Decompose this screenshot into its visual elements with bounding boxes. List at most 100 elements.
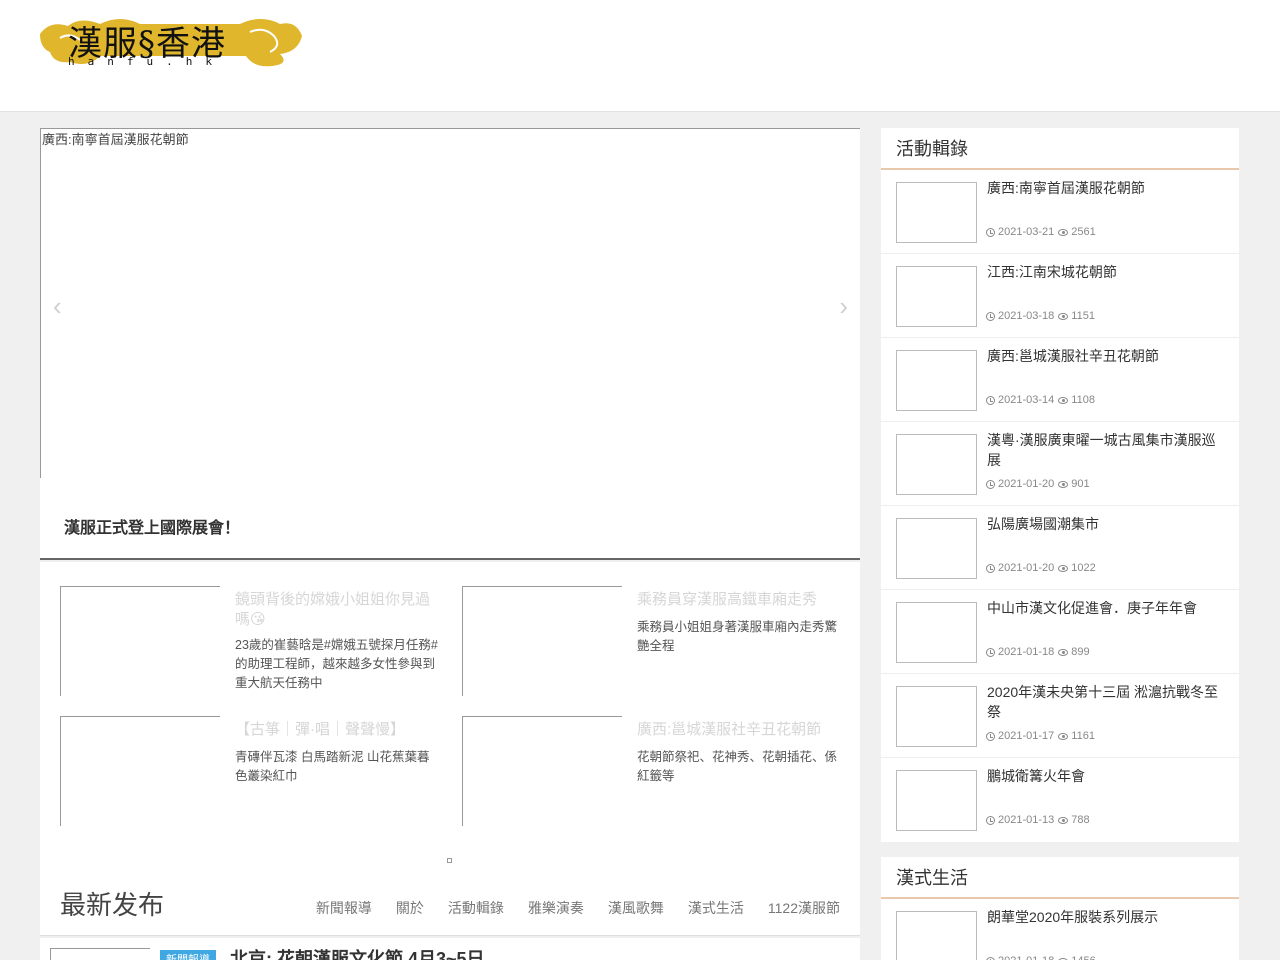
widget-item-meta: 2021-01-13 788 — [986, 814, 1090, 826]
tab-about[interactable]: 關於 — [396, 898, 424, 918]
featured-grid: 鏡頭背後的嫦娥小姐姐你見過嗎😘 23歲的崔藝晗是#嫦娥五號探月任務#的助理工程師… — [40, 562, 860, 880]
eye-icon — [1058, 648, 1069, 656]
featured-thumbnail[interactable] — [462, 716, 622, 826]
widget-item-title[interactable]: 中山市漢文化促進會．庚子年年會 — [987, 598, 1227, 618]
widget-item-meta: 2021-01-20 901 — [986, 478, 1090, 490]
view-count: 1108 — [1071, 394, 1095, 406]
post-thumbnail[interactable] — [50, 948, 150, 960]
widget-item-meta: 2021-01-17 1161 — [986, 730, 1095, 742]
widget-list-item[interactable]: 弘陽廣場國潮集市 2021-01-20 1022 — [881, 506, 1239, 590]
clock-icon — [986, 227, 995, 237]
widget-list-item[interactable]: 江西:江南宋城花朝節 2021-03-18 1151 — [881, 254, 1239, 338]
widget-item-meta: 2021-03-21 2561 — [986, 226, 1096, 238]
tab-news[interactable]: 新聞報導 — [316, 898, 372, 918]
post-list-item[interactable]: 新聞報導 北京: 花朝漢服文化節 4月3~5日 — [40, 938, 860, 960]
tab-activities[interactable]: 活動輯錄 — [448, 898, 504, 918]
view-count: 1456 — [1071, 955, 1095, 960]
eye-icon — [1058, 732, 1069, 740]
slide-image[interactable]: 廣西:南寧首屆漢服花朝節 ‹ › — [40, 128, 860, 478]
post-date: 2021-01-20 — [998, 478, 1055, 490]
widget-activity: 活動輯錄 廣西:南寧首屆漢服花朝節 2021-03-21 2561 江西:江南宋城… — [881, 128, 1239, 842]
site-header: 漢服§香港 hanfu.hk — [0, 0, 1280, 112]
view-count: 901 — [1071, 478, 1090, 490]
featured-thumbnail[interactable] — [60, 716, 220, 826]
tab-music[interactable]: 雅樂演奏 — [528, 898, 584, 918]
widget-thumbnail[interactable] — [896, 602, 977, 663]
clock-icon — [986, 479, 995, 489]
latest-section-header: 最新发布 新聞報導 關於 活動輯錄 雅樂演奏 漢風歌舞 漢式生活 1122漢服節 — [40, 880, 860, 936]
post-date: 2021-01-18 — [998, 646, 1055, 658]
clock-icon — [986, 647, 995, 657]
widget-thumbnail[interactable] — [896, 434, 977, 495]
site-logo[interactable]: 漢服§香港 hanfu.hk — [40, 12, 302, 70]
clock-icon — [986, 815, 995, 825]
widget-item-title[interactable]: 廣西:邕城漢服社辛丑花朝節 — [987, 346, 1227, 366]
featured-title[interactable]: 乘務員穿漢服高鐵車廂走秀 — [637, 590, 842, 610]
category-badge[interactable]: 新聞報導 — [160, 950, 216, 960]
widget-item-title[interactable]: 漢粵·漢服廣東曜一城古風集市漢服巡展 — [987, 430, 1227, 470]
post-title[interactable]: 北京: 花朝漢服文化節 4月3~5日 — [230, 945, 485, 960]
slide-image-alt: 廣西:南寧首屆漢服花朝節 — [42, 132, 189, 147]
widget-item-meta: 2021-01-18 899 — [986, 646, 1090, 658]
featured-title[interactable]: 廣西:邕城漢服社辛丑花朝節 — [637, 720, 842, 740]
widget-thumbnail[interactable] — [896, 518, 977, 579]
featured-thumbnail[interactable] — [462, 586, 622, 696]
featured-title[interactable]: 【古箏｜彈·唱｜聲聲慢】 — [235, 720, 440, 740]
tab-dance[interactable]: 漢風歌舞 — [608, 898, 664, 918]
widget-item-title[interactable]: 鵬城衛篝火年會 — [987, 766, 1227, 786]
widget-item-title[interactable]: 2020年漢未央第十三屆 淞滬抗戰冬至祭 — [987, 682, 1227, 722]
clock-icon — [986, 311, 995, 321]
view-count: 1022 — [1071, 562, 1096, 574]
post-date: 2021-01-17 — [998, 730, 1055, 742]
featured-desc: 青磚伴瓦漆 白馬踏新泥 山花蕉葉暮色叢染紅巾 — [235, 750, 430, 783]
widget-list-item[interactable]: 廣西:邕城漢服社辛丑花朝節 2021-03-14 1108 — [881, 338, 1239, 422]
widget-list-item[interactable]: 廣西:南寧首屆漢服花朝節 2021-03-21 2561 — [881, 170, 1239, 254]
widget-item-meta: 2021-01-20 1022 — [986, 562, 1096, 574]
post-date: 2021-01-18 — [998, 955, 1054, 960]
eye-icon — [1058, 564, 1069, 572]
featured-desc: 23歲的崔藝晗是#嫦娥五號探月任務#的助理工程師，越來越多女性參與到重大航天任務… — [235, 638, 438, 690]
post-date: 2021-01-13 — [998, 814, 1055, 826]
post-date: 2021-01-20 — [998, 562, 1055, 574]
widget-item-title[interactable]: 廣西:南寧首屆漢服花朝節 — [987, 178, 1227, 198]
eye-icon — [1058, 396, 1069, 404]
featured-title[interactable]: 鏡頭背後的嫦娥小姐姐你見過嗎😘 — [235, 590, 440, 630]
widget-item-title[interactable]: 江西:江南宋城花朝節 — [987, 262, 1227, 282]
hero-slider[interactable]: 廣西:南寧首屆漢服花朝節 ‹ › 漢服正式登上國際展會！ — [40, 128, 860, 560]
eye-icon — [1058, 312, 1069, 320]
widget-list-item[interactable]: 朗華堂2020年服裝系列展示 2021-01-18 1456 — [881, 899, 1239, 960]
view-count: 788 — [1071, 814, 1090, 826]
featured-desc: 花朝節祭祀、花神秀、花朝插花、係紅籤等 — [637, 750, 838, 783]
featured-item[interactable]: 乘務員穿漢服高鐵車廂走秀 乘務員小姐姐身著漢服車廂內走秀驚艷全程 — [462, 586, 842, 698]
view-count: 1161 — [1071, 730, 1095, 742]
featured-item[interactable]: 廣西:邕城漢服社辛丑花朝節 花朝節祭祀、花神秀、花朝插花、係紅籤等 — [462, 716, 842, 828]
widget-list-item[interactable]: 漢粵·漢服廣東曜一城古風集市漢服巡展 2021-01-20 901 — [881, 422, 1239, 506]
widget-list-item[interactable]: 2020年漢未央第十三屆 淞滬抗戰冬至祭 2021-01-17 1161 — [881, 674, 1239, 758]
widget-thumbnail[interactable] — [896, 350, 977, 411]
tab-hanfu-day[interactable]: 1122漢服節 — [768, 898, 840, 918]
widget-thumbnail[interactable] — [896, 266, 977, 327]
widget-list-item[interactable]: 鵬城衛篝火年會 2021-01-13 788 — [881, 758, 1239, 842]
clock-icon — [986, 731, 995, 741]
slider-next-icon[interactable]: › — [839, 293, 848, 319]
widget-thumbnail[interactable] — [896, 911, 977, 960]
featured-item[interactable]: 【古箏｜彈·唱｜聲聲慢】 青磚伴瓦漆 白馬踏新泥 山花蕉葉暮色叢染紅巾 — [60, 716, 440, 828]
widget-lifestyle: 漢式生活 朗華堂2020年服裝系列展示 2021-01-18 1456 — [881, 857, 1239, 960]
widget-list-item[interactable]: 中山市漢文化促進會．庚子年年會 2021-01-18 899 — [881, 590, 1239, 674]
logo-subtext: hanfu.hk — [68, 55, 225, 68]
eye-icon — [1058, 816, 1069, 824]
carousel-dot[interactable] — [447, 858, 452, 863]
slide-caption[interactable]: 漢服正式登上國際展會！ — [64, 514, 240, 538]
slider-prev-icon[interactable]: ‹ — [53, 293, 62, 319]
widget-thumbnail[interactable] — [896, 182, 977, 243]
widget-item-title[interactable]: 朗華堂2020年服裝系列展示 — [987, 907, 1227, 927]
widget-thumbnail[interactable] — [896, 686, 977, 747]
widget-thumbnail[interactable] — [896, 770, 977, 831]
tab-lifestyle[interactable]: 漢式生活 — [688, 898, 744, 918]
widget-item-title[interactable]: 弘陽廣場國潮集市 — [987, 514, 1227, 534]
view-count: 899 — [1071, 646, 1090, 658]
featured-thumbnail[interactable] — [60, 586, 220, 696]
featured-item[interactable]: 鏡頭背後的嫦娥小姐姐你見過嗎😘 23歲的崔藝晗是#嫦娥五號探月任務#的助理工程師… — [60, 586, 440, 698]
latest-title: 最新发布 — [60, 890, 165, 920]
view-count: 2561 — [1071, 226, 1096, 238]
